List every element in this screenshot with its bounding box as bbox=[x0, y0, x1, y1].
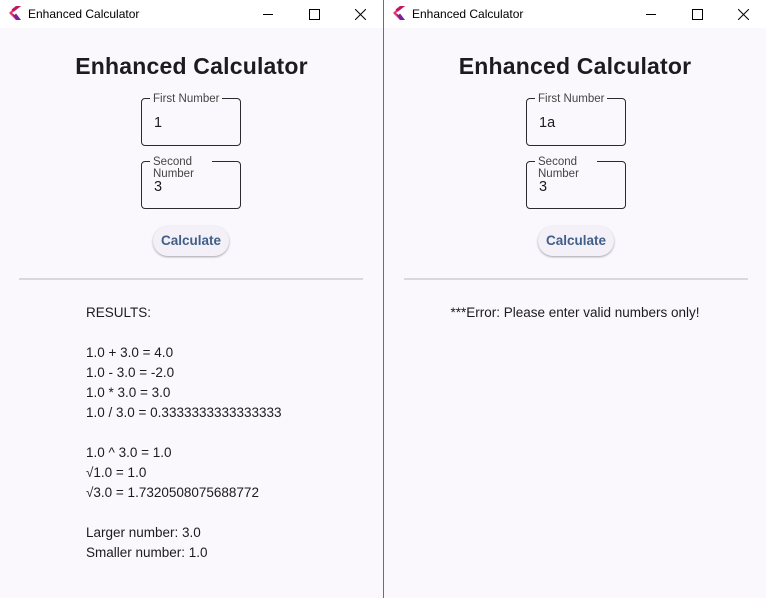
first-number-field[interactable]: First Number 1a bbox=[526, 93, 626, 146]
close-icon bbox=[354, 8, 366, 20]
title-bar[interactable]: Enhanced Calculator bbox=[0, 0, 383, 28]
flutter-app-icon bbox=[9, 6, 21, 20]
maximize-icon bbox=[691, 8, 703, 20]
results-header: RESULTS: bbox=[86, 305, 152, 320]
second-number-field[interactable]: Second Number 3 bbox=[141, 156, 241, 209]
minimize-icon bbox=[645, 13, 656, 15]
maximize-button[interactable] bbox=[674, 0, 720, 28]
maximize-icon bbox=[308, 8, 320, 20]
results-panel: RESULTS: 1.0 + 3.0 = 4.0 1.0 - 3.0 = -2.… bbox=[86, 305, 282, 565]
calculate-button[interactable]: Calculate bbox=[538, 226, 614, 256]
calculate-button[interactable]: Calculate bbox=[153, 226, 229, 256]
calculator-window-right: Enhanced Calculator Enhanced Calculator … bbox=[384, 0, 766, 598]
divider bbox=[404, 278, 748, 280]
second-number-value[interactable]: 3 bbox=[539, 179, 547, 195]
second-number-label: Second Number bbox=[535, 156, 597, 180]
calculator-window-left: Enhanced Calculator Enhanced Calculator … bbox=[0, 0, 383, 598]
divider bbox=[19, 278, 363, 280]
result-larger: Larger number: 3.0 bbox=[86, 525, 201, 540]
result-subtraction: 1.0 - 3.0 = -2.0 bbox=[86, 365, 175, 380]
minimize-icon bbox=[262, 13, 273, 15]
result-multiplication: 1.0 * 3.0 = 3.0 bbox=[86, 385, 171, 400]
first-number-label: First Number bbox=[535, 93, 608, 105]
close-icon bbox=[737, 8, 749, 20]
first-number-label: First Number bbox=[150, 93, 223, 105]
title-bar[interactable]: Enhanced Calculator bbox=[384, 0, 766, 28]
error-message: ***Error: Please enter valid numbers onl… bbox=[450, 305, 700, 320]
maximize-button[interactable] bbox=[291, 0, 337, 28]
result-sqrt-second: √3.0 = 1.7320508075688772 bbox=[86, 485, 259, 500]
second-number-field[interactable]: Second Number 3 bbox=[526, 156, 626, 209]
second-number-value[interactable]: 3 bbox=[154, 179, 162, 195]
first-number-value[interactable]: 1a bbox=[539, 115, 555, 131]
first-number-value[interactable]: 1 bbox=[154, 115, 162, 131]
minimize-button[interactable] bbox=[628, 0, 674, 28]
first-number-field[interactable]: First Number 1 bbox=[141, 93, 241, 146]
close-button[interactable] bbox=[337, 0, 383, 28]
window-title: Enhanced Calculator bbox=[412, 7, 524, 21]
flutter-app-icon bbox=[393, 6, 405, 20]
window-title: Enhanced Calculator bbox=[28, 7, 140, 21]
second-number-label: Second Number bbox=[150, 156, 212, 180]
result-addition: 1.0 + 3.0 = 4.0 bbox=[86, 345, 174, 360]
page-title: Enhanced Calculator bbox=[458, 53, 692, 79]
minimize-button[interactable] bbox=[245, 0, 291, 28]
result-smaller: Smaller number: 1.0 bbox=[86, 545, 208, 560]
result-sqrt-first: √1.0 = 1.0 bbox=[86, 465, 147, 480]
page-title: Enhanced Calculator bbox=[75, 53, 308, 79]
result-power: 1.0 ^ 3.0 = 1.0 bbox=[86, 445, 172, 460]
close-button[interactable] bbox=[720, 0, 766, 28]
result-division: 1.0 / 3.0 = 0.3333333333333333 bbox=[86, 405, 282, 420]
